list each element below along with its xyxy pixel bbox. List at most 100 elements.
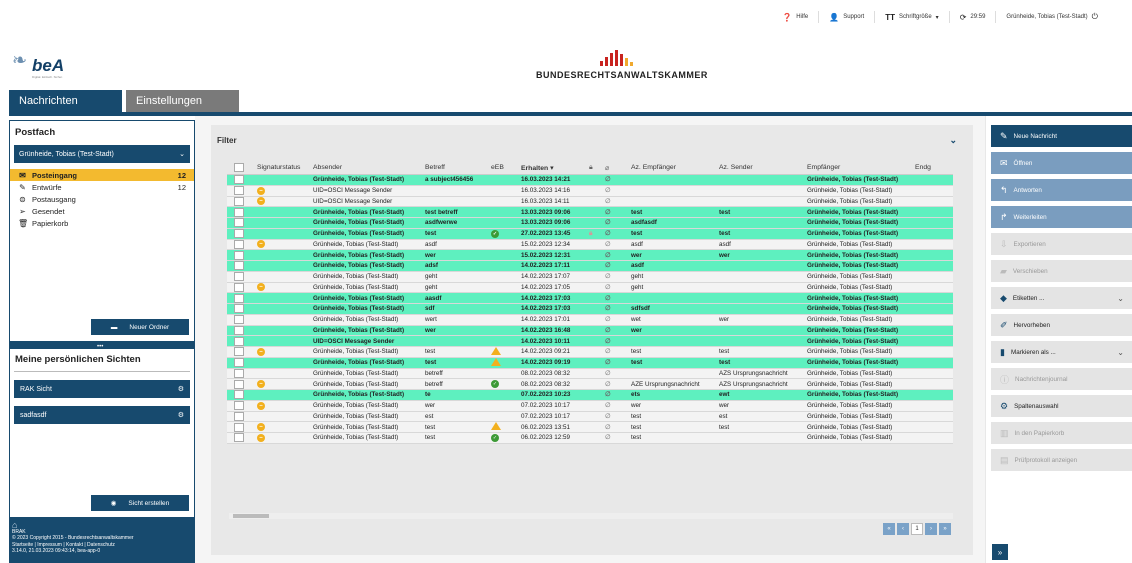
row-checkbox[interactable]: [227, 218, 249, 228]
row-checkbox[interactable]: [227, 293, 249, 303]
col-az-empfaenger[interactable]: Az. Empfänger: [629, 164, 717, 171]
pager-nav-button[interactable]: «: [883, 523, 895, 535]
row-checkbox[interactable]: [227, 196, 249, 206]
row-checkbox[interactable]: [227, 347, 249, 357]
filter-bar[interactable]: Filter ⌄: [211, 125, 973, 155]
expand-panel-button[interactable]: »: [992, 544, 1008, 560]
pager-nav-button[interactable]: ›: [925, 523, 937, 535]
col-az-sender[interactable]: Az. Sender: [717, 164, 805, 171]
action-nachrichtenjournal[interactable]: ⓘ Nachrichtenjournal: [991, 368, 1132, 390]
scrollbar-thumb[interactable]: [233, 514, 269, 518]
table-row[interactable]: – UID=OSCI Message Sender 16.03.2023 14:11…: [227, 196, 953, 208]
col-absender[interactable]: Absender: [311, 164, 423, 171]
table-row[interactable]: – Grünheide, Tobias (Test-Stadt) betreff ✓ 0…: [227, 379, 953, 390]
select-all-checkbox[interactable]: [227, 163, 249, 172]
row-checkbox[interactable]: [227, 250, 249, 260]
page-1-button[interactable]: 1: [911, 523, 923, 535]
col-attachment[interactable]: ⌀: [603, 164, 629, 172]
table-row[interactable]: Grünheide, Tobias (Test-Stadt) wer 14.02.2…: [227, 325, 953, 337]
table-row[interactable]: – Grünheide, Tobias (Test-Stadt) geht 14.02…: [227, 282, 953, 294]
chevron-down-icon[interactable]: ⌄: [949, 135, 957, 146]
row-checkbox[interactable]: [227, 358, 249, 368]
table-row[interactable]: Grünheide, Tobias (Test-Stadt) a subject4…: [227, 175, 953, 186]
gear-icon[interactable]: ⚙: [178, 411, 184, 419]
action-spaltenauswahl[interactable]: ⚙ Spaltenauswahl: [991, 395, 1132, 417]
col-betreff[interactable]: Betreff: [423, 164, 489, 171]
table-row[interactable]: – Grünheide, Tobias (Test-Stadt) test 14.02…: [227, 346, 953, 358]
session-timer[interactable]: ⟳ 29:59: [950, 11, 997, 23]
table-row[interactable]: Grünheide, Tobias (Test-Stadt) aasdf 14.02…: [227, 293, 953, 304]
action-neue-nachricht[interactable]: ✎ Neue Nachricht: [991, 125, 1132, 147]
table-row[interactable]: Grünheide, Tobias (Test-Stadt) betreff 08.…: [227, 368, 953, 380]
help-link[interactable]: ❓ Hilfe: [772, 11, 820, 23]
table-row[interactable]: – Grünheide, Tobias (Test-Stadt) asdf 15.02…: [227, 239, 953, 251]
table-row[interactable]: Grünheide, Tobias (Test-Stadt) test betre…: [227, 207, 953, 218]
row-checkbox[interactable]: [227, 379, 249, 389]
row-checkbox[interactable]: [227, 401, 249, 411]
folder-item[interactable]: 🗑︎ Papierkorb: [10, 217, 194, 229]
new-folder-button[interactable]: ▬ Neuer Ordner: [91, 319, 189, 335]
table-row[interactable]: UID=OSCI Message Sender 14.02.2023 10:11 ∅…: [227, 336, 953, 347]
action-prüfprotokoll-anzeigen[interactable]: ▤ Prüfprotokoll anzeigen: [991, 449, 1132, 471]
row-checkbox[interactable]: [227, 368, 249, 378]
action-markieren-als[interactable]: ▮ Markieren als ... ⌄: [991, 341, 1132, 363]
action-öffnen[interactable]: ✉ Öffnen: [991, 152, 1132, 174]
action-antworten[interactable]: ↰ Antworten: [991, 179, 1132, 201]
table-row[interactable]: – Grünheide, Tobias (Test-Stadt) test 06.02…: [227, 422, 953, 433]
pager-nav-button[interactable]: ‹: [897, 523, 909, 535]
view-item-sadfasdf[interactable]: sadfasdf ⚙: [14, 406, 190, 424]
table-row[interactable]: – Grünheide, Tobias (Test-Stadt) wer 07.02.…: [227, 400, 953, 412]
row-checkbox[interactable]: [227, 229, 249, 239]
col-empfaenger[interactable]: Empfänger: [805, 164, 913, 171]
action-verschieben[interactable]: ▰ Verschieben: [991, 260, 1132, 282]
gear-icon[interactable]: ⚙: [178, 385, 184, 393]
row-checkbox[interactable]: [227, 390, 249, 400]
table-row[interactable]: Grünheide, Tobias (Test-Stadt) te 07.02.20…: [227, 390, 953, 401]
pager-nav-button[interactable]: »: [939, 523, 951, 535]
col-lock[interactable]: 🔒︎: [587, 164, 603, 172]
col-erhalten[interactable]: Erhalten ▾: [519, 164, 587, 172]
table-row[interactable]: Grünheide, Tobias (Test-Stadt) geht 14.02.…: [227, 271, 953, 283]
folder-item[interactable]: ⊜ Postausgang: [10, 193, 194, 205]
row-checkbox[interactable]: [227, 315, 249, 325]
tab-einstellungen[interactable]: Einstellungen: [126, 90, 239, 112]
row-checkbox[interactable]: [227, 422, 249, 432]
row-checkbox[interactable]: [227, 304, 249, 314]
col-endgueltig[interactable]: Endg: [913, 164, 943, 171]
view-item-rak-sicht[interactable]: RAK Sicht ⚙: [14, 380, 190, 398]
table-row[interactable]: Grünheide, Tobias (Test-Stadt) est 07.02.2…: [227, 411, 953, 423]
row-checkbox[interactable]: [227, 325, 249, 335]
row-checkbox[interactable]: [227, 272, 249, 282]
row-checkbox[interactable]: [227, 186, 249, 196]
folder-item[interactable]: ✎ Entwürfe 12: [10, 181, 194, 193]
action-exportieren[interactable]: ⇩ Exportieren: [991, 233, 1132, 255]
row-checkbox[interactable]: [227, 239, 249, 249]
row-checkbox[interactable]: [227, 175, 249, 185]
col-signaturstatus[interactable]: Signaturstatus: [249, 164, 311, 171]
folder-item[interactable]: ✉ Posteingang 12: [10, 169, 194, 181]
row-checkbox[interactable]: [227, 336, 249, 346]
row-checkbox[interactable]: [227, 207, 249, 217]
action-etiketten[interactable]: ◆ Etiketten ... ⌄: [991, 287, 1132, 309]
account-select[interactable]: Grünheide, Tobias (Test-Stadt) ⌄: [14, 145, 190, 163]
row-checkbox[interactable]: [227, 282, 249, 292]
action-in-den-papierkorb[interactable]: ▥ In den Papierkorb: [991, 422, 1132, 444]
font-size-dropdown[interactable]: TT Schriftgröße ▾: [875, 11, 950, 23]
action-weiterleiten[interactable]: ↱ Weiterleiten: [991, 206, 1132, 228]
row-checkbox[interactable]: [227, 261, 249, 271]
table-row[interactable]: Grünheide, Tobias (Test-Stadt) sdf 14.02.2…: [227, 304, 953, 315]
table-row[interactable]: – UID=OSCI Message Sender 16.03.2023 14:16…: [227, 185, 953, 197]
table-row[interactable]: Grünheide, Tobias (Test-Stadt) adsf 14.02.…: [227, 261, 953, 272]
action-hervorheben[interactable]: ✐ Hervorheben: [991, 314, 1132, 336]
table-row[interactable]: Grünheide, Tobias (Test-Stadt) asdfwerwe 1…: [227, 218, 953, 229]
table-row[interactable]: – Grünheide, Tobias (Test-Stadt) test ✓ 06.0…: [227, 433, 953, 444]
support-link[interactable]: 👤 Support: [819, 11, 876, 23]
create-view-button[interactable]: ◉ Sicht erstellen: [91, 495, 189, 511]
table-row[interactable]: Grünheide, Tobias (Test-Stadt) test ✓ 27.02…: [227, 228, 953, 240]
table-row[interactable]: Grünheide, Tobias (Test-Stadt) wer 15.02.2…: [227, 250, 953, 261]
folder-item[interactable]: ➢ Gesendet: [10, 205, 194, 217]
row-checkbox[interactable]: [227, 411, 249, 421]
row-checkbox[interactable]: [227, 433, 249, 443]
tab-nachrichten[interactable]: Nachrichten: [9, 90, 122, 112]
table-row[interactable]: Grünheide, Tobias (Test-Stadt) test 14.02.…: [227, 357, 953, 369]
